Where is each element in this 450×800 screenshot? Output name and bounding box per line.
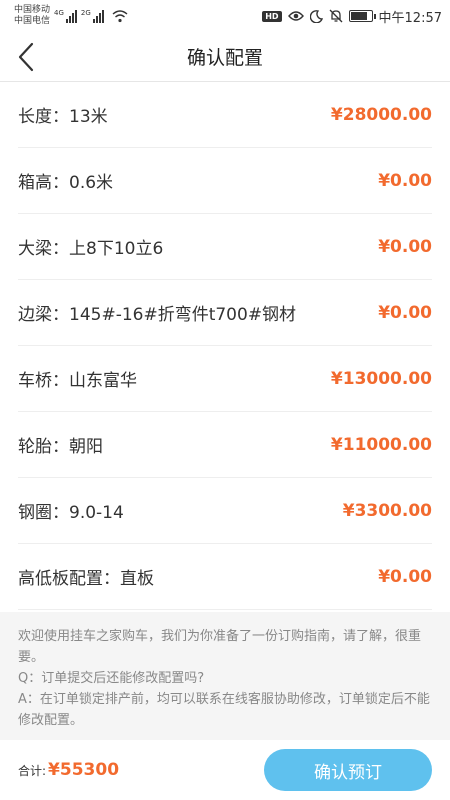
config-price: ¥0.00 (378, 236, 432, 257)
order-guide: 欢迎使用挂车之家购车，我们为你准备了一份订购指南，请了解，很重要。 Q：订单提交… (0, 612, 450, 740)
config-row-main-beam: 大梁：上8下10立6 ¥0.00 (18, 214, 432, 280)
network-type-1: 4G (54, 9, 64, 17)
carrier-1: 中国移动 (14, 5, 51, 15)
network-type-2: 2G (80, 9, 91, 17)
config-label: 长度：13米 (18, 107, 108, 127)
config-label: 箱高：0.6米 (18, 173, 114, 193)
nav-bar: 确认配置 (0, 32, 450, 82)
config-price: ¥0.00 (378, 566, 432, 587)
signal-2-icon: 2G (81, 9, 104, 23)
total-label: 合计: (18, 763, 47, 778)
status-bar: 中国移动 中国电信 4G 2G HD 中午12:57 (0, 0, 450, 32)
clock: 中午12:57 (378, 10, 442, 26)
guide-question: Q：订单提交后还能修改配置吗? (18, 671, 205, 686)
config-row-tire: 轮胎：朝阳 ¥11000.00 (18, 412, 432, 478)
config-label: 轮胎：朝阳 (18, 437, 103, 457)
guide-intro: 欢迎使用挂车之家购车，我们为你准备了一份订购指南，请了解，很重要。 (18, 629, 422, 665)
config-row-axle: 车桥：山东富华 ¥13000.00 (18, 346, 432, 412)
config-row-box-height: 箱高：0.6米 ¥0.00 (18, 148, 432, 214)
config-label: 高低板配置：直板 (18, 569, 154, 589)
guide-answer: A：在订单锁定排产前，均可以联系在线客服协助修改，订单锁定后不能修改配置。 (18, 692, 430, 728)
config-row-length: 长度：13米 ¥28000.00 (18, 82, 432, 148)
hd-badge: HD (262, 10, 282, 22)
total-value: ¥55300 (48, 760, 120, 780)
config-price: ¥28000.00 (330, 104, 432, 125)
config-price: ¥0.00 (378, 170, 432, 191)
config-row-rim: 钢圈：9.0-14 ¥3300.00 (18, 478, 432, 544)
config-price: ¥0.00 (378, 302, 432, 323)
bell-off-icon (329, 9, 342, 23)
config-label: 大梁：上8下10立6 (18, 239, 164, 259)
config-price: ¥11000.00 (330, 434, 432, 455)
eye-icon (287, 11, 304, 21)
config-label: 钢圈：9.0-14 (18, 503, 124, 523)
chevron-left-icon[interactable] (14, 40, 44, 74)
signal-1-icon: 4G (54, 9, 77, 23)
wifi-icon (112, 10, 128, 23)
config-price: ¥3300.00 (342, 500, 432, 521)
page-title: 确认配置 (186, 47, 263, 69)
carrier-info: 中国移动 中国电信 (14, 5, 50, 27)
moon-icon (309, 9, 323, 23)
config-row-side-beam: 边梁：145#-16#折弯件t700#钢材 ¥0.00 (18, 280, 432, 346)
bottom-bar: 合计: ¥55300 确认预订 (0, 740, 450, 800)
battery-icon (348, 10, 376, 22)
confirm-order-button[interactable]: 确认预订 (264, 749, 432, 791)
config-list: 长度：13米 ¥28000.00 箱高：0.6米 ¥0.00 大梁：上8下10立… (18, 82, 432, 610)
config-label: 边梁：145#-16#折弯件t700#钢材 (18, 305, 297, 325)
config-row-deck-type: 高低板配置：直板 ¥0.00 (18, 544, 432, 610)
config-price: ¥13000.00 (330, 368, 432, 389)
carrier-2: 中国电信 (14, 16, 51, 26)
config-label: 车桥：山东富华 (18, 371, 137, 391)
